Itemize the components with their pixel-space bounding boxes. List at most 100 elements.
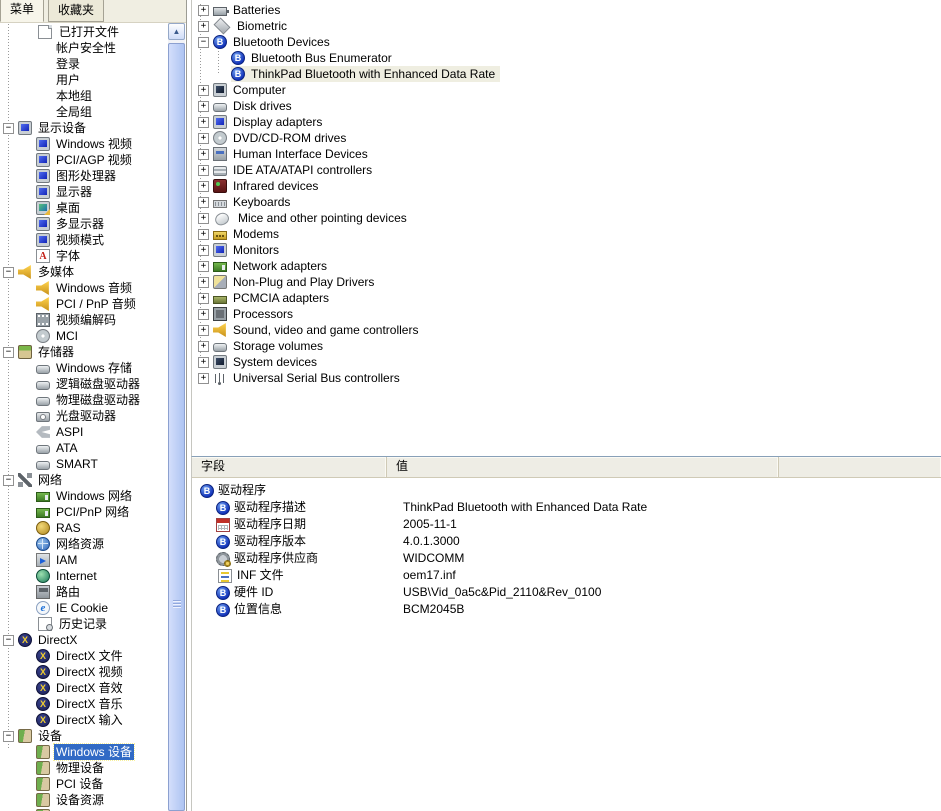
tree-item[interactable]: −多媒体	[0, 264, 167, 280]
tree-item[interactable]: 已打开文件	[0, 24, 167, 40]
tree-item[interactable]: RAS	[0, 520, 167, 536]
tree-item[interactable]: MCI	[0, 328, 167, 344]
tree-item[interactable]: Windows 视频	[0, 136, 167, 152]
tree-item[interactable]: Windows 存储	[0, 360, 167, 376]
tree-item[interactable]: 字体	[0, 248, 167, 264]
tree-item[interactable]: Windows 设备	[0, 744, 167, 760]
expand-icon[interactable]: +	[198, 85, 209, 96]
tree-item[interactable]: +Storage volumes	[195, 338, 941, 354]
scroll-up-arrow-icon[interactable]: ▲	[168, 23, 185, 40]
tree-item[interactable]: DirectX 音效	[0, 680, 167, 696]
tree-item[interactable]: +Biometric	[195, 18, 941, 34]
tree-item[interactable]: 用户	[0, 72, 167, 88]
tree-item[interactable]: PCI / PnP 音频	[0, 296, 167, 312]
table-row[interactable]: 硬件 IDUSB\Vid_0a5c&Pid_2110&Rev_0100	[192, 584, 941, 601]
tree-item[interactable]: +IDE ATA/ATAPI controllers	[195, 162, 941, 178]
expand-icon[interactable]: +	[198, 277, 209, 288]
expand-icon[interactable]: +	[198, 245, 209, 256]
tree-item[interactable]: +Mice and other pointing devices	[195, 210, 941, 226]
tree-item[interactable]: ATA	[0, 440, 167, 456]
tree-item[interactable]: PCI 设备	[0, 776, 167, 792]
tree-item[interactable]: ASPI	[0, 424, 167, 440]
tab-menu[interactable]: 菜单	[0, 0, 44, 22]
tree-item[interactable]: SMART	[0, 456, 167, 472]
tree-item[interactable]: 历史记录	[0, 616, 167, 632]
expand-icon[interactable]: +	[198, 229, 209, 240]
tree-item[interactable]: 登录	[0, 56, 167, 72]
collapse-icon[interactable]: −	[3, 123, 14, 134]
tree-item[interactable]: −网络	[0, 472, 167, 488]
tree-item[interactable]: +PCMCIA adapters	[195, 290, 941, 306]
tree-item[interactable]: PCI/PnP 网络	[0, 504, 167, 520]
tree-item[interactable]: +Monitors	[195, 242, 941, 258]
tree-item[interactable]: DirectX 输入	[0, 712, 167, 728]
tree-item[interactable]: 多显示器	[0, 216, 167, 232]
expand-icon[interactable]: +	[198, 133, 209, 144]
tree-item[interactable]: 本地组	[0, 88, 167, 104]
tree-item[interactable]: 全局组	[0, 104, 167, 120]
tree-item[interactable]: 帐户安全性	[0, 40, 167, 56]
expand-icon[interactable]: +	[198, 261, 209, 272]
tree-item[interactable]: −存储器	[0, 344, 167, 360]
tree-item[interactable]: 物理磁盘驱动器	[0, 392, 167, 408]
expand-icon[interactable]: +	[198, 149, 209, 160]
expand-icon[interactable]: +	[198, 197, 209, 208]
table-row[interactable]: 驱动程序日期2005-11-1	[192, 516, 941, 533]
tree-item[interactable]: Windows 网络	[0, 488, 167, 504]
tree-item[interactable]: IE Cookie	[0, 600, 167, 616]
tree-item[interactable]: +Human Interface Devices	[195, 146, 941, 162]
tree-item[interactable]: −设备	[0, 728, 167, 744]
tree-item[interactable]: 物理设备	[0, 760, 167, 776]
tab-favorites[interactable]: 收藏夹	[48, 0, 104, 22]
table-row[interactable]: 驱动程序版本4.0.1.3000	[192, 533, 941, 550]
tree-item[interactable]: Windows 音频	[0, 280, 167, 296]
expand-icon[interactable]: +	[198, 293, 209, 304]
table-row[interactable]: 驱动程序	[192, 482, 941, 499]
tree-item[interactable]: DirectX 文件	[0, 648, 167, 664]
tree-item[interactable]: PCI/AGP 视频	[0, 152, 167, 168]
tree-item[interactable]: −显示设备	[0, 120, 167, 136]
tree-item[interactable]: 视频模式	[0, 232, 167, 248]
collapse-icon[interactable]: −	[198, 37, 209, 48]
tree-item[interactable]: 网络资源	[0, 536, 167, 552]
tree-item[interactable]: +Batteries	[195, 2, 941, 18]
table-row[interactable]: 驱动程序供应商WIDCOMM	[192, 550, 941, 567]
expand-icon[interactable]: +	[198, 373, 209, 384]
expand-icon[interactable]: +	[198, 325, 209, 336]
expand-icon[interactable]: +	[198, 21, 209, 32]
scrollbar-thumb[interactable]	[168, 43, 185, 811]
tree-item[interactable]: 图形处理器	[0, 168, 167, 184]
tree-item[interactable]: Internet	[0, 568, 167, 584]
table-row[interactable]: 位置信息BCM2045B	[192, 601, 941, 618]
collapse-icon[interactable]: −	[3, 475, 14, 486]
column-header-field[interactable]: 字段	[192, 457, 387, 477]
expand-icon[interactable]: +	[198, 181, 209, 192]
expand-icon[interactable]: +	[198, 101, 209, 112]
expand-icon[interactable]: +	[198, 213, 209, 224]
tree-item[interactable]: Bluetooth Bus Enumerator	[195, 50, 941, 66]
tree-item[interactable]: 设备资源	[0, 792, 167, 808]
tree-item[interactable]: ThinkPad Bluetooth with Enhanced Data Ra…	[195, 66, 941, 82]
tree-item[interactable]: −DirectX	[0, 632, 167, 648]
sidebar-scrollbar[interactable]: ▲	[168, 23, 185, 811]
expand-icon[interactable]: +	[198, 341, 209, 352]
tree-item[interactable]: +Disk drives	[195, 98, 941, 114]
tree-item[interactable]: +DVD/CD-ROM drives	[195, 130, 941, 146]
expand-icon[interactable]: +	[198, 357, 209, 368]
tree-item[interactable]: DirectX 视频	[0, 664, 167, 680]
expand-icon[interactable]: +	[198, 165, 209, 176]
expand-icon[interactable]: +	[198, 309, 209, 320]
tree-item[interactable]: 桌面	[0, 200, 167, 216]
tree-item[interactable]: 逻辑磁盘驱动器	[0, 376, 167, 392]
collapse-icon[interactable]: −	[3, 635, 14, 646]
tree-item[interactable]: +Sound, video and game controllers	[195, 322, 941, 338]
tree-item[interactable]: 视频编解码	[0, 312, 167, 328]
tree-item[interactable]: +Infrared devices	[195, 178, 941, 194]
tree-item[interactable]: +Modems	[195, 226, 941, 242]
tree-item[interactable]: −Bluetooth Devices	[195, 34, 941, 50]
tree-item[interactable]: DirectX 音乐	[0, 696, 167, 712]
tree-item[interactable]: +Computer	[195, 82, 941, 98]
column-header-value[interactable]: 值	[387, 457, 779, 477]
collapse-icon[interactable]: −	[3, 347, 14, 358]
tree-item[interactable]: 显示器	[0, 184, 167, 200]
